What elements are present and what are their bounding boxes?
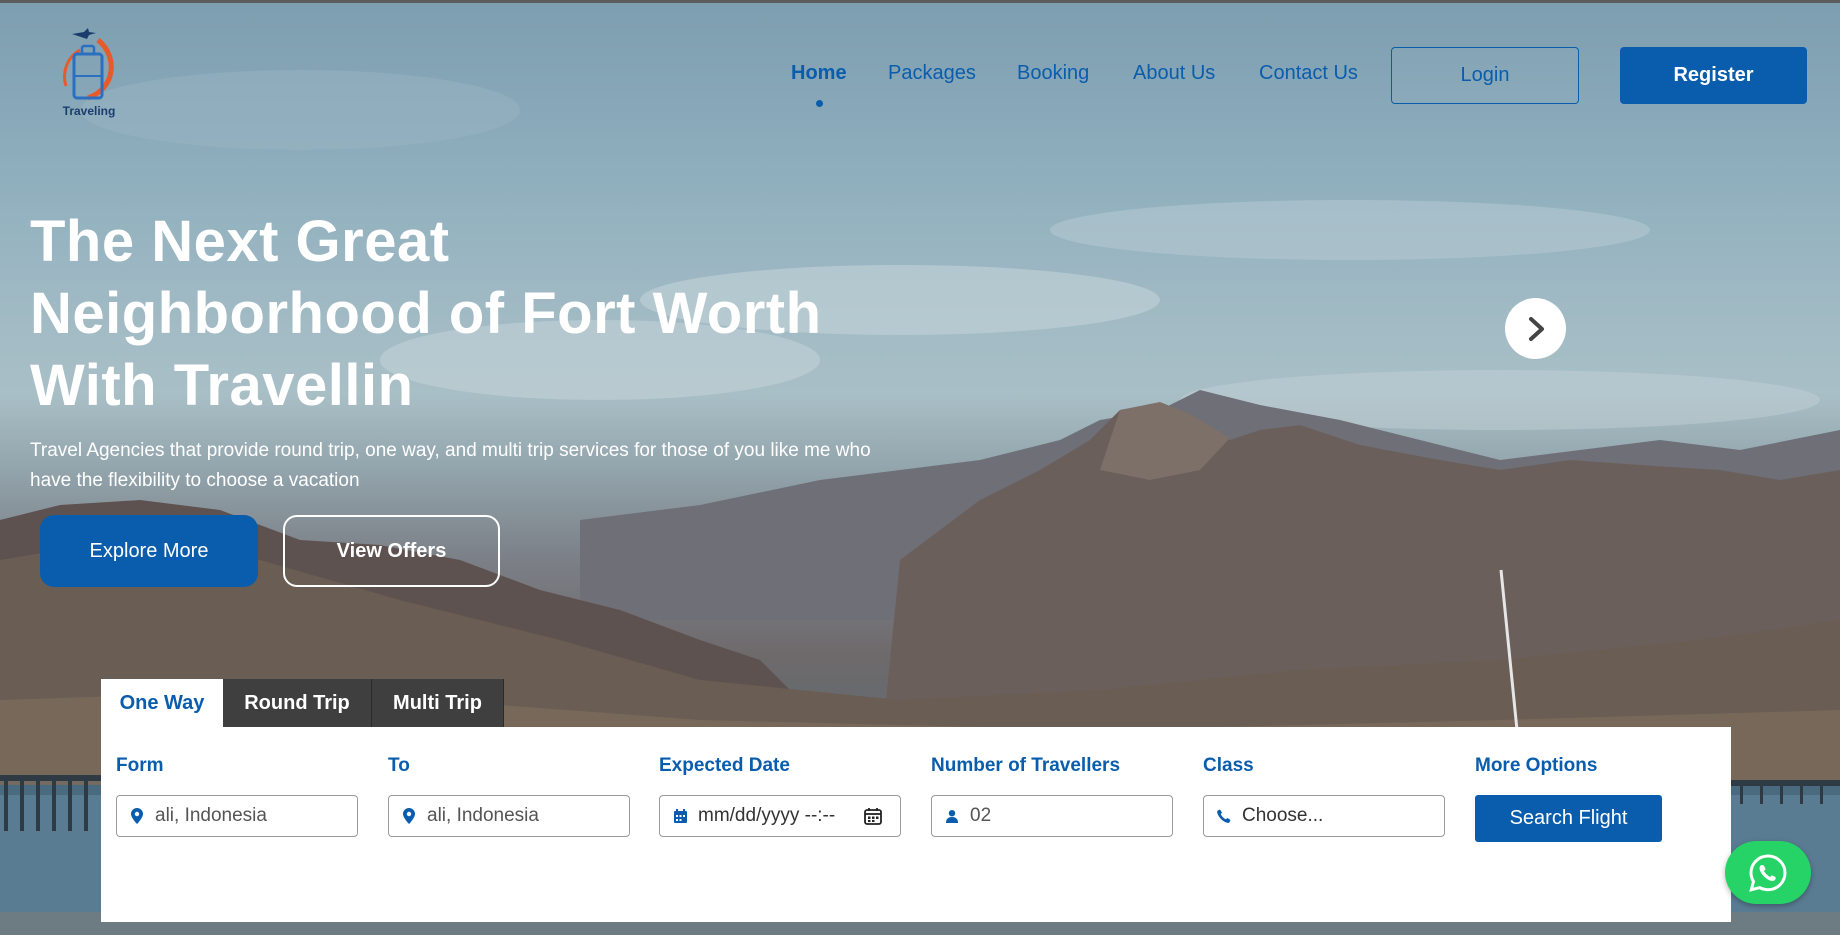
whatsapp-chat-button[interactable] xyxy=(1725,841,1811,904)
to-input[interactable]: ali, Indonesia xyxy=(388,795,630,837)
phone-icon xyxy=(1214,806,1234,826)
travellers-input[interactable]: 02 xyxy=(931,795,1173,837)
tab-one-way[interactable]: One Way xyxy=(101,679,223,728)
class-label: Class xyxy=(1203,755,1254,776)
travellers-value: 02 xyxy=(970,805,992,826)
more-options-label: More Options xyxy=(1475,755,1598,776)
headline-line-3: With Travellin xyxy=(30,353,414,418)
to-value: ali, Indonesia xyxy=(427,805,539,826)
explore-more-button[interactable]: Explore More xyxy=(40,515,258,587)
suitcase-airplane-logo-icon xyxy=(63,28,114,101)
nav-home[interactable]: Home xyxy=(791,62,847,88)
date-label: Expected Date xyxy=(659,755,790,776)
nav-contact-us[interactable]: Contact Us xyxy=(1259,62,1358,88)
class-select[interactable]: Choose... xyxy=(1203,795,1445,837)
whatsapp-icon xyxy=(1749,853,1787,892)
date-value: mm/dd/yyyy --:-- xyxy=(698,805,836,826)
brand-logo[interactable]: Traveling xyxy=(58,26,120,122)
carousel-next-button[interactable] xyxy=(1505,298,1566,359)
login-button[interactable]: Login xyxy=(1391,47,1579,104)
headline-line-1: The Next Great xyxy=(30,209,450,274)
hero-headline: The Next Great Neighborhood of Fort Wort… xyxy=(30,206,930,422)
chevron-right-icon xyxy=(1528,316,1544,341)
nav-active-indicator xyxy=(816,100,823,107)
travellers-label: Number of Travellers xyxy=(931,755,1121,776)
location-pin-icon xyxy=(399,806,419,826)
logo-text: Traveling xyxy=(62,104,116,118)
nav-packages[interactable]: Packages xyxy=(888,62,976,88)
date-picker-icon[interactable] xyxy=(864,807,882,831)
from-label: Form xyxy=(116,755,164,776)
tab-multi-trip[interactable]: Multi Trip xyxy=(372,679,504,728)
nav-booking[interactable]: Booking xyxy=(1017,62,1089,88)
class-value: Choose... xyxy=(1242,805,1324,826)
register-button[interactable]: Register xyxy=(1620,47,1807,104)
search-flight-button[interactable]: Search Flight xyxy=(1475,795,1662,842)
trip-type-tabs: One Way Round Trip Multi Trip xyxy=(101,679,504,728)
headline-line-2: Neighborhood of Fort Worth xyxy=(30,281,822,346)
location-pin-icon xyxy=(127,806,147,826)
from-value: ali, Indonesia xyxy=(155,805,267,826)
from-input[interactable]: ali, Indonesia xyxy=(116,795,358,837)
to-label: To xyxy=(388,755,410,776)
date-input[interactable]: mm/dd/yyyy --:-- xyxy=(659,795,901,837)
calendar-icon xyxy=(670,806,690,826)
tab-round-trip[interactable]: Round Trip xyxy=(223,679,372,728)
flight-search-panel: Form ali, Indonesia To ali, Indonesia Ex… xyxy=(101,727,1731,922)
nav-about-us[interactable]: About Us xyxy=(1133,62,1215,88)
view-offers-button[interactable]: View Offers xyxy=(283,515,500,587)
person-icon xyxy=(942,806,962,826)
hero-subtext: Travel Agencies that provide round trip,… xyxy=(30,440,871,491)
